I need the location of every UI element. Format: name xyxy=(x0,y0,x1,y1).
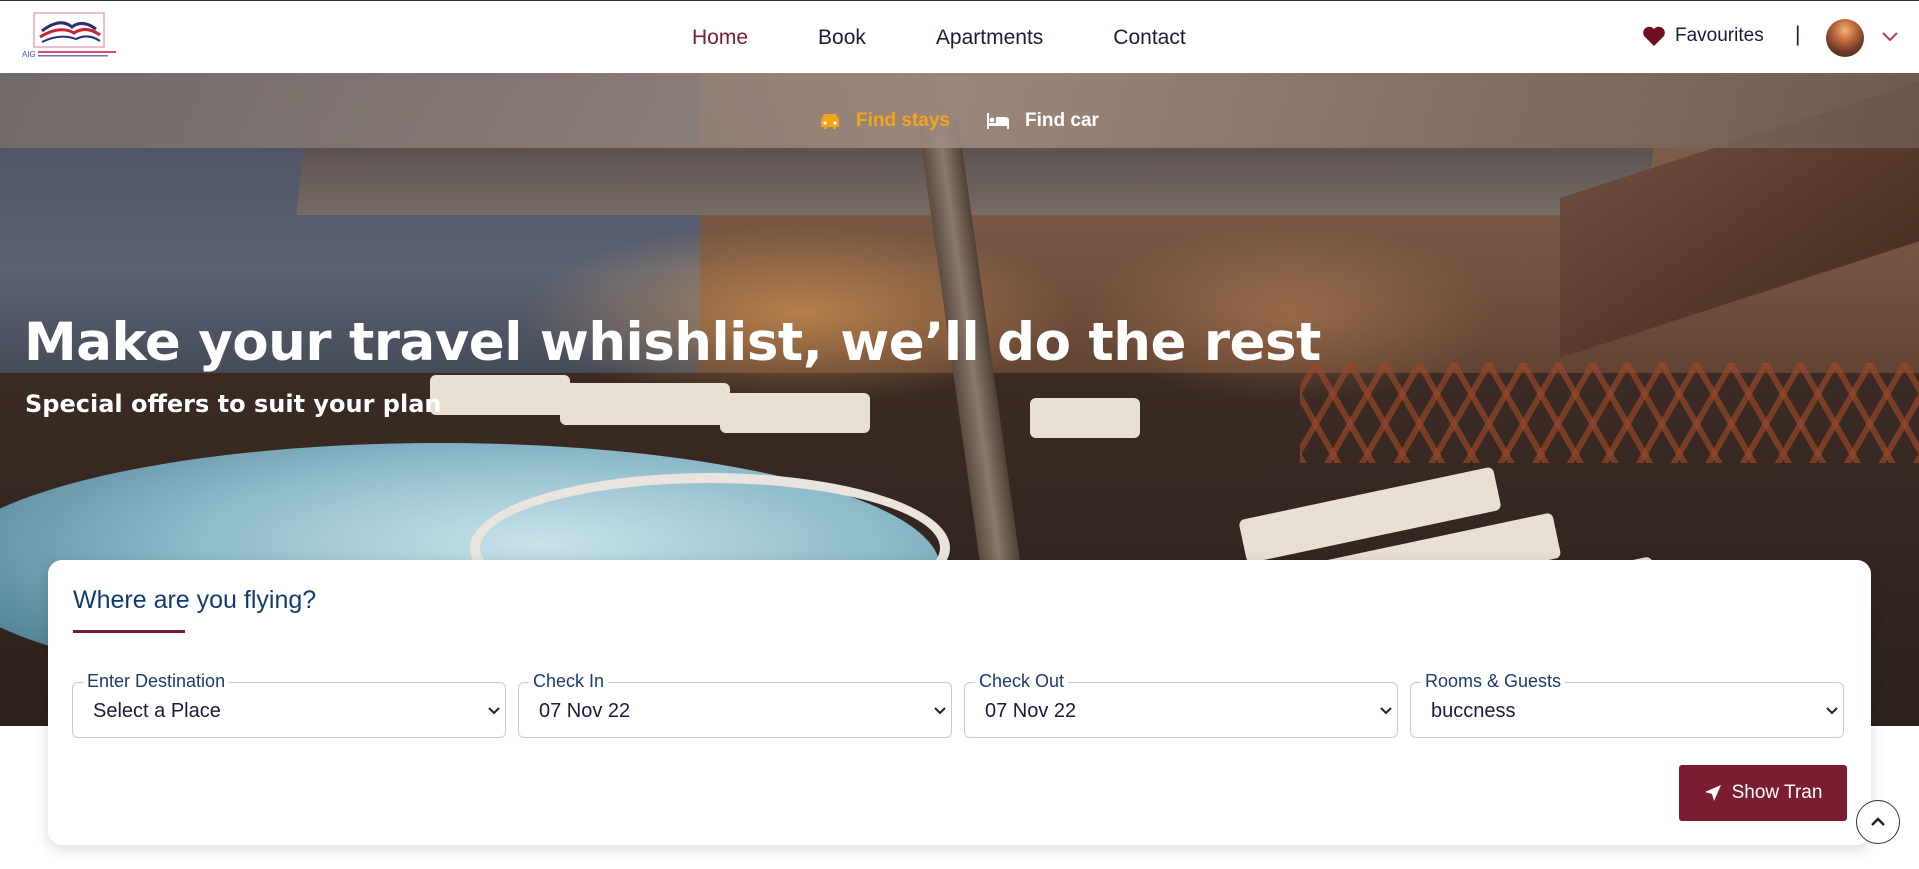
tab-find-car[interactable]: Find car xyxy=(985,110,1099,132)
search-card: Where are you flying? Enter Destination … xyxy=(48,560,1871,845)
chevron-down-icon xyxy=(1826,707,1838,715)
favourites-link[interactable]: Favourites xyxy=(1642,25,1764,47)
check-out-select[interactable]: Check Out 07 Nov 22 xyxy=(964,671,1398,738)
chevron-down-icon xyxy=(1380,707,1392,715)
show-transport-button[interactable]: Show Tran xyxy=(1679,765,1847,821)
nav-contact[interactable]: Contact xyxy=(1113,25,1185,51)
title-underline xyxy=(73,630,185,633)
top-navbar: AIG Home Book Apartments Contact Favouri… xyxy=(0,0,1919,73)
avatar[interactable] xyxy=(1826,19,1864,57)
tab-find-stays-label: Find stays xyxy=(856,110,950,131)
check-in-select[interactable]: Check In 07 Nov 22 xyxy=(518,671,952,738)
scroll-to-top-button[interactable] xyxy=(1856,800,1900,844)
logo[interactable]: AIG xyxy=(20,11,120,61)
heart-icon xyxy=(1643,26,1665,46)
destination-select[interactable]: Enter Destination Select a Place xyxy=(72,671,506,738)
rooms-guests-label: Rooms & Guests xyxy=(1421,671,1566,692)
nav-home[interactable]: Home xyxy=(692,25,748,51)
rooms-guests-value: buccness xyxy=(1431,700,1516,722)
car-icon xyxy=(821,114,839,129)
destination-value: Select a Place xyxy=(93,700,221,722)
show-transport-label: Show Tran xyxy=(1731,782,1823,803)
nav-apartments[interactable]: Apartments xyxy=(936,25,1043,51)
chevron-down-icon xyxy=(488,707,500,715)
tab-find-car-label: Find car xyxy=(1025,110,1099,131)
header-separator: | xyxy=(1795,23,1801,46)
tab-find-stays[interactable]: Find stays xyxy=(818,110,950,132)
send-icon xyxy=(1704,785,1721,801)
search-title: Where are you flying? xyxy=(73,586,317,614)
hero-headline: Make your travel whishlist, we’ll do the… xyxy=(24,312,1321,373)
destination-label: Enter Destination xyxy=(83,671,230,692)
check-in-value: 07 Nov 22 xyxy=(539,700,631,722)
chevron-down-icon[interactable] xyxy=(1880,27,1900,47)
check-out-value: 07 Nov 22 xyxy=(985,700,1077,722)
chevron-down-icon xyxy=(934,707,946,715)
search-mode-tabs: Find stays Find car xyxy=(0,110,1919,140)
bed-icon xyxy=(987,113,1009,129)
rooms-guests-select[interactable]: Rooms & Guests buccness xyxy=(1410,671,1844,738)
check-out-label: Check Out xyxy=(975,671,1069,692)
check-in-label: Check In xyxy=(529,671,609,692)
svg-text:AIG: AIG xyxy=(22,50,36,59)
hero-subheadline: Special offers to suit your plan xyxy=(25,390,442,418)
nav-book[interactable]: Book xyxy=(818,25,866,51)
favourites-label: Favourites xyxy=(1675,25,1764,46)
main-nav: Home Book Apartments Contact xyxy=(692,25,1256,51)
chevron-up-icon xyxy=(1871,817,1885,826)
